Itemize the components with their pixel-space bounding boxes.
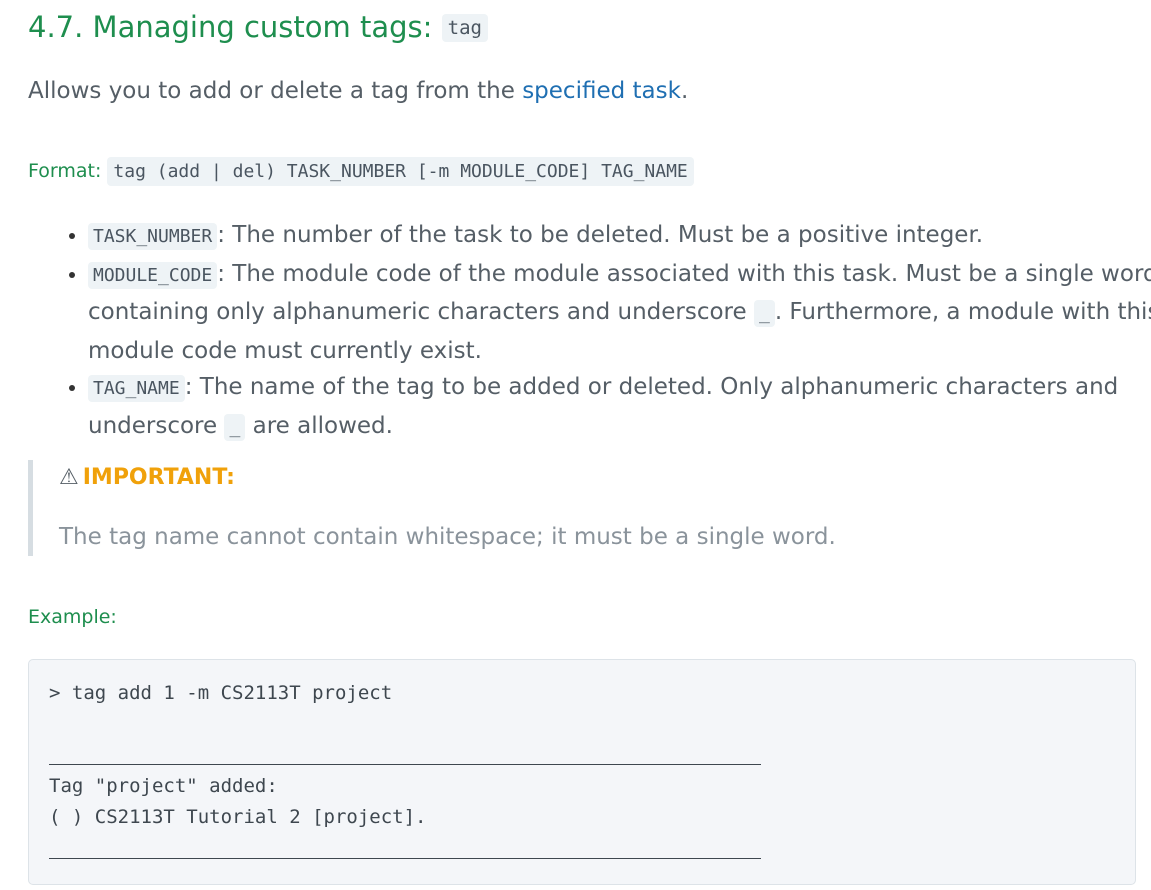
example-label: Example: [28, 606, 117, 628]
underscore-code: _ [224, 413, 246, 441]
intro-text-after: . [680, 78, 689, 104]
intro-paragraph: Allows you to add or delete a tag from t… [28, 78, 688, 104]
format-label: Format: [28, 160, 102, 182]
output-line: Tag "project" added: [49, 775, 278, 797]
heading-text: 4.7. Managing custom tags: [28, 10, 433, 44]
underscore-code: _ [753, 300, 775, 327]
command-line: > tag add 1 -m CS2113T project [49, 682, 393, 704]
intro-text-before: Allows you to add or delete a tag from t… [28, 78, 523, 104]
param-item-module-code: MODULE_CODE: The module code of the modu… [88, 256, 1151, 370]
parameter-list: TASK_NUMBER: The number of the task to b… [60, 217, 1151, 446]
important-callout: ⚠ IMPORTANT: The tag name cannot contain … [28, 460, 1133, 556]
param-code: TASK_NUMBER [88, 223, 218, 250]
section-heading: 4.7. Managing custom tags: tag [28, 10, 488, 44]
param-item-task-number: TASK_NUMBER: The number of the task to b… [88, 217, 1151, 256]
example-code-block: > tag add 1 -m CS2113T project Tag "proj… [28, 659, 1136, 885]
callout-body: The tag name cannot contain whitespace; … [59, 524, 836, 550]
warning-icon: ⚠ [59, 465, 79, 490]
callout-title-text: IMPORTANT: [82, 465, 235, 490]
callout-title: ⚠ IMPORTANT: [59, 465, 235, 490]
param-code: TAG_NAME [88, 375, 185, 402]
format-line: Format: tag (add | del) TASK_NUMBER [-m … [28, 157, 694, 186]
output-line: ( ) CS2113T Tutorial 2 [project]. [49, 806, 427, 828]
param-desc: : The number of the task to be deleted. … [217, 222, 984, 248]
param-code: MODULE_CODE [88, 261, 218, 289]
specified-task-link[interactable]: specified task [522, 78, 681, 104]
output-divider [49, 858, 761, 859]
param-item-tag-name: TAG_NAME: The name of the tag to be adde… [88, 369, 1151, 446]
param-desc-cont: are allowed. [245, 412, 393, 439]
format-code: tag (add | del) TASK_NUMBER [-m MODULE_C… [107, 157, 694, 186]
heading-code: tag [441, 14, 488, 42]
output-divider [49, 764, 761, 765]
